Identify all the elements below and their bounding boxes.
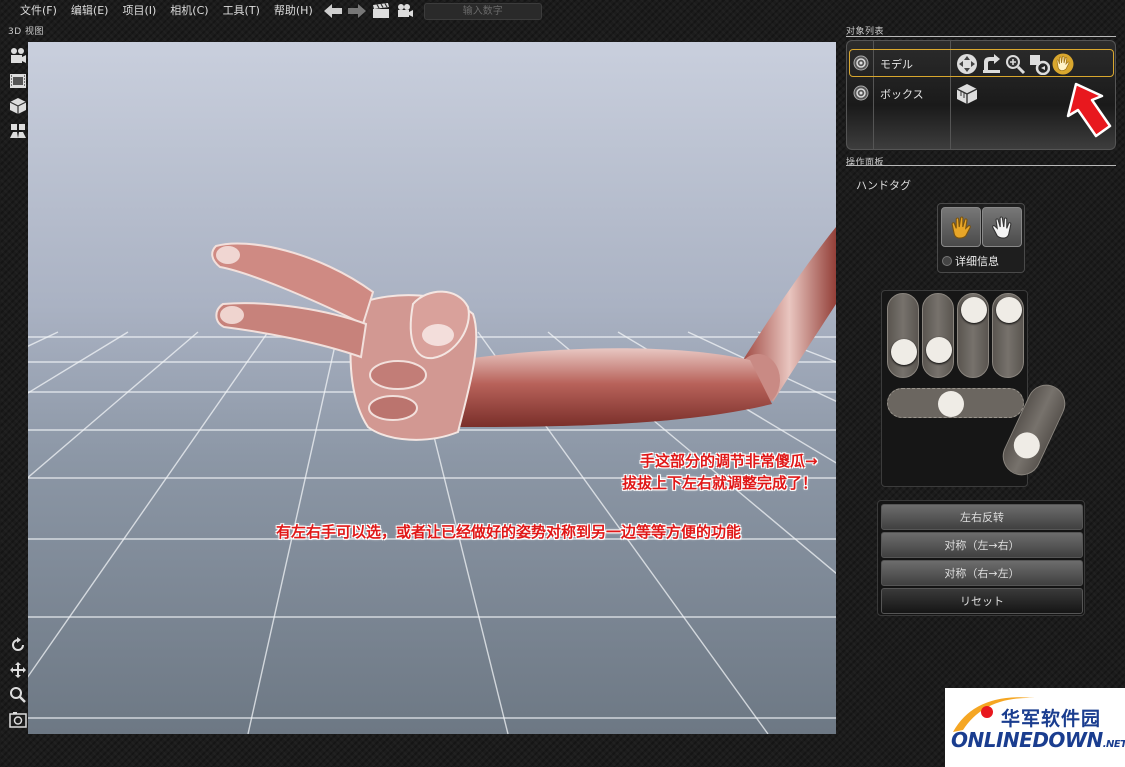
menu-project[interactable]: 项目(I) xyxy=(115,1,163,21)
menu-bar: 文件(F) 编辑(E) 项目(I) 相机(C) 工具(T) 帮助(H) xyxy=(0,0,840,22)
visibility-icon[interactable] xyxy=(853,85,869,101)
box-icon[interactable] xyxy=(955,82,978,105)
finger-slider-1[interactable] xyxy=(887,293,919,378)
clapboard-icon[interactable] xyxy=(370,1,392,21)
red-arrow-icon xyxy=(1066,82,1112,138)
camera-view-icon[interactable] xyxy=(8,46,28,66)
rotate-icon[interactable] xyxy=(979,52,1002,75)
left-hand-button[interactable] xyxy=(941,207,981,247)
finger-slider-2-knob[interactable] xyxy=(926,336,952,363)
reset-button[interactable]: リセット xyxy=(881,588,1083,614)
finger-slider-3-knob[interactable] xyxy=(961,297,987,323)
menu-edit[interactable]: 编辑(E) xyxy=(64,1,116,21)
film-strip-icon[interactable] xyxy=(8,71,28,91)
logo-english-text: ONLINEDOWN xyxy=(951,728,1103,752)
right-hand-icon xyxy=(992,216,1012,239)
finger-slider-1-knob[interactable] xyxy=(891,339,917,366)
forearm xyxy=(453,348,772,427)
annotation-line-2: 拔拔上下左右就调整完成了！ xyxy=(622,474,818,492)
number-input[interactable] xyxy=(423,2,542,20)
finger-slider-3[interactable] xyxy=(957,293,989,378)
movie-camera-icon[interactable] xyxy=(394,1,416,21)
hand-tag-title: ハンドタグ xyxy=(856,179,911,192)
pan-view-icon[interactable] xyxy=(8,660,28,680)
object-row-model[interactable]: モデル xyxy=(847,49,1115,77)
finger-slider-2[interactable] xyxy=(922,293,954,378)
annotation-line-3: 有左右手可以选，或者让已经做好的姿势对称到另一边等等方便的功能 xyxy=(276,523,742,541)
flip-lr-button[interactable]: 左右反转 xyxy=(881,504,1083,530)
menu-file[interactable]: 文件(F) xyxy=(13,1,64,21)
screenshot-icon[interactable] xyxy=(8,710,28,730)
move-icon[interactable] xyxy=(955,52,978,75)
annotation-line-1: 手这部分的调节非常傻瓜→ xyxy=(640,452,818,470)
reset-icon[interactable] xyxy=(1027,52,1050,75)
cube-icon[interactable] xyxy=(8,96,28,116)
watermark-logo: 华军软件园 ONLINEDOWN.NET xyxy=(945,688,1125,767)
finger-slider-4[interactable] xyxy=(992,293,1024,378)
zoom-icon[interactable] xyxy=(1003,52,1026,75)
object-list-divider xyxy=(846,36,1116,37)
menu-tools[interactable]: 工具(T) xyxy=(216,1,267,21)
hand-actions: 左右反转 对称（左→右） 对称（右→左） リセット xyxy=(877,500,1085,616)
menu-help[interactable]: 帮助(H) xyxy=(267,1,320,21)
forward-arrow-icon[interactable] xyxy=(346,1,368,21)
operation-panel-divider xyxy=(846,165,1116,166)
object-label-model: モデル xyxy=(880,58,913,71)
object-label-box: ボックス xyxy=(880,88,924,101)
detail-radio[interactable] xyxy=(942,256,952,266)
detail-info-toggle[interactable]: 详细信息 xyxy=(942,253,999,269)
layout-icon[interactable] xyxy=(8,121,28,141)
finger-slider-4-knob[interactable] xyxy=(996,297,1022,323)
back-arrow-icon[interactable] xyxy=(322,1,344,21)
hand-icon[interactable] xyxy=(1051,52,1074,75)
thumb-slider-knob[interactable] xyxy=(1009,428,1045,463)
3d-viewport[interactable] xyxy=(28,42,836,734)
zoom-view-icon[interactable] xyxy=(8,685,28,705)
logo-net-text: .NET xyxy=(1102,739,1125,750)
palm-slider[interactable] xyxy=(887,388,1024,418)
logo-chinese-text: 华军软件园 xyxy=(1001,708,1102,730)
right-hand-button[interactable] xyxy=(982,207,1022,247)
viewport-label: 3D 视图 xyxy=(8,27,45,37)
mirror-right-to-left-button[interactable]: 对称（右→左） xyxy=(881,560,1083,586)
detail-info-label: 详细信息 xyxy=(955,255,999,268)
rotate-view-icon[interactable] xyxy=(8,635,28,655)
hand-selector: 详细信息 xyxy=(937,203,1025,273)
mirror-left-to-right-button[interactable]: 对称（左→右） xyxy=(881,532,1083,558)
scene-graphics xyxy=(28,227,836,734)
palm-slider-knob[interactable] xyxy=(938,391,965,417)
left-hand-icon xyxy=(951,216,971,239)
menu-camera[interactable]: 相机(C) xyxy=(163,1,215,21)
visibility-icon[interactable] xyxy=(853,55,869,71)
operation-panel-title: 操作面板 xyxy=(846,158,885,168)
